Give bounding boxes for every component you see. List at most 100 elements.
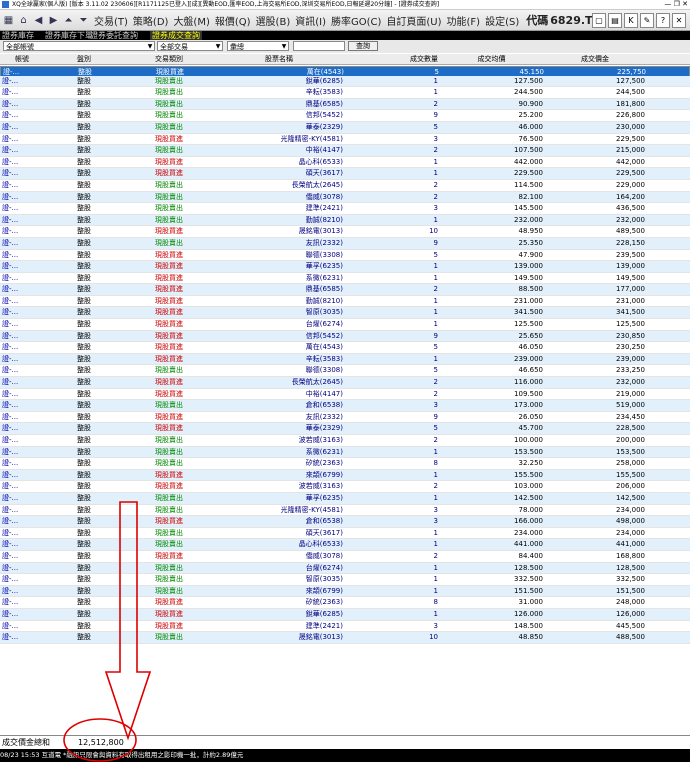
cell-type: 現股賣出	[155, 192, 183, 201]
home-icon[interactable]: ⌂	[17, 14, 30, 27]
menu-item[interactable]: 資訊(I)	[295, 13, 326, 28]
menu-item[interactable]: 策略(D)	[133, 13, 169, 28]
table-row[interactable]: 證-... 整股 現股買進 華孚(6235) 1 139.000 139,000	[0, 261, 690, 273]
table-row[interactable]: 證-... 整股 現股賣出 華泰(2329) 5 46.000 230,000	[0, 121, 690, 134]
table-row[interactable]: 證-... 整股 現股買進 系微(6231) 1 149.500 149,500	[0, 273, 690, 285]
cell-qty: 2	[433, 482, 438, 491]
cell-acct: 證-...	[2, 598, 19, 607]
menu-item[interactable]: 自訂頁面(U)	[386, 13, 441, 28]
table-row[interactable]: 證-... 整股 現股賣出 僑威(3078) 2 82.100 164,200	[0, 191, 690, 204]
search-input[interactable]	[293, 41, 345, 51]
cell-amt: 248,000	[616, 598, 645, 607]
trade-type-select[interactable]: 全部交易 ▼	[157, 41, 223, 51]
table-row[interactable]: 證-... 整股 現股賣出 系微(6231) 1 153.500 153,500	[0, 446, 690, 459]
table-row[interactable]: 證-... 整股 現股買進 中裕(4147) 2 109.500 219,000	[0, 389, 690, 401]
close-icon[interactable]: ✕	[672, 13, 686, 28]
table-row[interactable]: 證-... 整股 現股賣出 辛耘(3583) 1 244.500 244,500	[0, 87, 690, 99]
table-row[interactable]: 證-... 整股 現股賣出 晟銘電(3013) 10 48.850 488,500	[0, 632, 690, 644]
table-row[interactable]: 證-... 整股 現股買進 友訊(2332) 9 26.050 234,450	[0, 412, 690, 424]
menu-item[interactable]: 報價(Q)	[215, 13, 251, 28]
cell-name: 來頡(6799)	[305, 470, 343, 479]
col-header-account[interactable]: 帳號	[2, 54, 42, 64]
table-row[interactable]: 證-... 整股 現股買進 台燿(6274) 1 125.500 125,500	[0, 319, 690, 331]
k-icon[interactable]: K	[624, 13, 638, 28]
table-row[interactable]: 證-... 整股 現股賣出 信邦(5452) 9 25.200 226,800	[0, 110, 690, 122]
right-icon[interactable]: ▶	[47, 14, 60, 27]
table-row[interactable]: 證-... 整股 現股賣出 聯德(3308) 5 46.650 233,250	[0, 365, 690, 378]
cell-name: 波若威(3163)	[298, 482, 343, 491]
col-header-qty[interactable]: 成交數量	[345, 54, 438, 64]
col-header-avg-price[interactable]: 成交均價	[440, 54, 543, 64]
page-icon[interactable]: ▤	[608, 13, 622, 28]
table-row[interactable]: 證-... 整股 現股賣出 建準(2421) 3 145.500 436,500	[0, 203, 690, 215]
menu-item[interactable]: 功能(F)	[447, 13, 481, 28]
table-row[interactable]: 證-... 整股 現股賣出 鼎基(6585) 2 90.900 181,800	[0, 98, 690, 111]
tab-0[interactable]: 證券庫存	[0, 31, 36, 40]
cell-name: 晟銘電(3013)	[298, 227, 343, 236]
table-row[interactable]: 證-... 整股 現股賣出 晶心科(6533) 1 441.000 441,000	[0, 539, 690, 551]
tab-2[interactable]: 證券委託查詢	[88, 31, 140, 40]
cell-name: 信邦(5452)	[305, 331, 343, 340]
col-header-amount[interactable]: 成交價金	[545, 54, 645, 64]
table-row[interactable]: 證-... 整股 現股賣出 光隆精密-KY(4581) 3 78.000 234,000	[0, 505, 690, 517]
col-header-trade-type[interactable]: 交易類別	[124, 54, 214, 64]
account-select[interactable]: 全部帳號 ▼	[3, 41, 155, 51]
menu-item[interactable]: 選股(B)	[256, 13, 291, 28]
table-row[interactable]: 證-... 整股 現股買進 智原(3035) 1 341.500 341,500	[0, 307, 690, 320]
table-row[interactable]: 證-... 整股 現股買進 辛耘(3583) 1 239.000 239,000	[0, 353, 690, 366]
menu-item[interactable]: 勝率GO(C)	[331, 13, 381, 28]
table-row[interactable]: 證-... 整股 現股賣出 智原(3035) 1 332.500 332,500	[0, 574, 690, 586]
table-row[interactable]: 證-... 整股 現股買進 建準(2421) 3 148.500 445,500	[0, 621, 690, 633]
table-row[interactable]: 證-... 整股 現股買進 矽統(2363) 8 31.000 248,000	[0, 597, 690, 609]
up-icon[interactable]: ⏶	[62, 14, 75, 27]
table-row[interactable]: 證-... 整股 現股買進 鼎基(6585) 2 88.500 177,000	[0, 284, 690, 296]
left-icon[interactable]: ◀	[32, 14, 45, 27]
table-row[interactable]: 證-... 整股 現股賣出 長榮航太(2645) 2 114.500 229,000	[0, 180, 690, 192]
table-row[interactable]: 證-... 整股 現股賣出 中裕(4147) 2 107.500 215,000	[0, 145, 690, 157]
table-row[interactable]: 證-... 整股 現股買進 波若威(3163) 2 103.000 206,000	[0, 481, 690, 493]
table-row[interactable]: 證-... 整股 現股賣出 勤誠(8210) 1 232.000 232,000	[0, 214, 690, 227]
table-row[interactable]: 證-... 整股 現股賣出 矽統(2363) 8 32.250 258,000	[0, 458, 690, 470]
window-icon[interactable]: ▢	[592, 13, 606, 28]
table-row[interactable]: 證-... 整股 現股賣出 波若威(3163) 2 100.000 200,000	[0, 435, 690, 447]
cell-name: 長榮航太(2645)	[291, 378, 343, 387]
help-icon[interactable]: ?	[656, 13, 670, 28]
table-row[interactable]: 證-... 整股 現股買進 碩天(3617) 1 229.500 229,500	[0, 168, 690, 180]
edit-icon[interactable]: ✎	[640, 13, 654, 28]
table-row[interactable]: 證-... 整股 現股買進 銳華(6285) 1 126.000 126,000	[0, 608, 690, 621]
col-header-session[interactable]: 盤別	[44, 54, 124, 64]
table-row[interactable]: 證-... 整股 現股賣出 碩天(3617) 1 234.000 234,000	[0, 528, 690, 540]
query-button[interactable]: 查詢	[348, 41, 378, 51]
cell-acct: 證-...	[2, 331, 19, 340]
table-row[interactable]: 證-... 整股 現股賣出 來頡(6799) 1 151.500 151,500	[0, 585, 690, 598]
tab-3[interactable]: 證券成交查詢	[150, 31, 202, 40]
table-row[interactable]: 證-... 整股 現股買進 光隆精密-KY(4581) 3 76.500 229,500	[0, 134, 690, 146]
table-row[interactable]: 證-... 整股 現股賣出 友訊(2332) 9 25.350 228,150	[0, 237, 690, 250]
menu-item[interactable]: 設定(S)	[485, 13, 519, 28]
table-row[interactable]: 證-... 整股 現股賣出 台燿(6274) 1 128.500 128,500	[0, 562, 690, 575]
table-row[interactable]: 證-... 整股 現股買進 勤誠(8210) 1 231.000 231,000	[0, 296, 690, 308]
table-row[interactable]: 證-... 整股 現股買進 來頡(6799) 1 155.500 155,500	[0, 469, 690, 482]
menu-item[interactable]: 大盤(M)	[173, 13, 209, 28]
table-row[interactable]: 證-... 整股 現股買進 僑威(3078) 2 84.400 168,800	[0, 551, 690, 563]
down-icon[interactable]: ⏷	[77, 14, 90, 27]
table-row[interactable]: 證-... 整股 現股買進 長榮航太(2645) 2 116.000 232,000	[0, 377, 690, 389]
window-controls[interactable]: — ❐ ✕	[664, 0, 688, 9]
table-row[interactable]: 證-... 整股 現股賣出 銳華(6285) 1 127.500 127,500	[0, 75, 690, 88]
table-row[interactable]: 證-... 整股 現股買進 華泰(2329) 5 45.700 228,500	[0, 423, 690, 435]
cell-cat: 整股	[77, 609, 91, 618]
table-row[interactable]: 證-... 整股 現股買進 聯德(3308) 5 47.900 239,500	[0, 250, 690, 262]
table-row[interactable]: 證-... 整股 現股買進 晟銘電(3013) 10 48.950 489,500	[0, 226, 690, 238]
cell-price: 26.050	[518, 412, 544, 421]
col-header-stock-name[interactable]: 股票名稱	[215, 54, 343, 64]
table-row[interactable]: 證-... 整股 現股買進 晶心科(6533) 1 442.000 442,000	[0, 157, 690, 169]
table-row[interactable]: 證-... 整股 現股買進 倉和(6538) 3 166.000 498,000	[0, 516, 690, 528]
menu-item[interactable]: 交易(T)	[94, 13, 128, 28]
table-row[interactable]: 證-... 整股 現股買進 信邦(5452) 9 25.650 230,850	[0, 330, 690, 343]
table-row[interactable]: 證-... 整股 現股買進 萬在(4543) 5 46.050 230,250	[0, 342, 690, 354]
table-row[interactable]: 證-... 整股 現股賣出 華孚(6235) 1 142.500 142,500	[0, 492, 690, 505]
table-row[interactable]: 證-... 整股 現股賣出 倉和(6538) 3 173.000 519,000	[0, 400, 690, 412]
summary-select[interactable]: 彙總 ▼	[227, 41, 289, 51]
grid-icon[interactable]: ▦	[2, 14, 15, 27]
cell-name: 華孚(6235)	[305, 493, 343, 502]
